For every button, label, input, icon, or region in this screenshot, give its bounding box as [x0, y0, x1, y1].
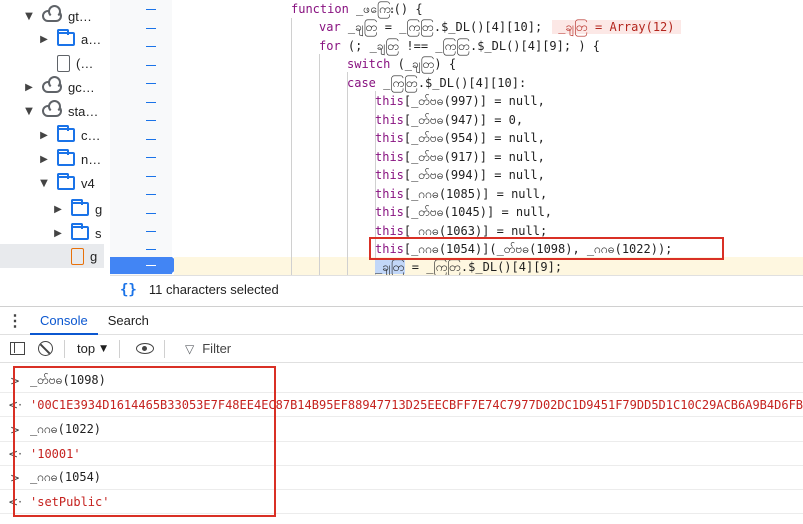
tree-item-selected[interactable]: g: [0, 244, 104, 268]
tree-item[interactable]: ▶ gc…: [22, 75, 95, 99]
context-selector[interactable]: top ▼: [73, 341, 111, 356]
file-icon: [57, 54, 70, 72]
code-line: var _ချတြ = _ကြတြ.$_DL()[4][10]; _ချတြ = …: [319, 18, 681, 37]
console-output-row: <· '00C1E3934D1614465B33053E7F48EE4EC87B…: [0, 393, 803, 417]
chevron-down-icon[interactable]: ▼: [22, 11, 36, 22]
chevron-right-icon[interactable]: ▶: [37, 154, 51, 165]
chevron-right-icon[interactable]: ▶: [51, 228, 65, 239]
folder-icon: [71, 223, 89, 240]
folder-icon: [57, 125, 75, 142]
tab-search[interactable]: Search: [98, 307, 159, 335]
input-chevron-icon: >: [9, 470, 21, 485]
caret-down-icon: ▼: [100, 343, 107, 354]
code-line: this[_ဂဂဓ(1085)] = null,: [375, 187, 548, 201]
code-line: this[_တ်ဗဓ(947)] = 0,: [375, 113, 524, 127]
filter-input[interactable]: Filter: [202, 341, 231, 356]
code-line: this[_တ်ဗဓ(997)] = null,: [375, 94, 545, 108]
result-arrow-icon: <·: [8, 397, 22, 412]
eye-icon: [136, 343, 154, 354]
console-output-row: <· 'setPublic': [0, 490, 803, 514]
console-output-row: <· '10001': [0, 442, 803, 466]
tree-item[interactable]: ▶ s: [51, 221, 102, 245]
highlight-annotation-box: [369, 237, 724, 260]
chevron-right-icon[interactable]: ▶: [37, 34, 51, 45]
inline-value-preview: _ချတြ = Array(12): [552, 20, 681, 34]
filter-icon: ▽: [185, 341, 195, 356]
tree-item[interactable]: ▶ c…: [37, 123, 101, 147]
chevron-down-icon[interactable]: ▼: [22, 106, 36, 117]
more-vert-icon[interactable]: ⋮: [0, 311, 30, 331]
selection-status: 11 characters selected: [148, 282, 279, 297]
result-arrow-icon: <·: [8, 494, 22, 509]
tree-item[interactable]: (…: [51, 51, 93, 75]
folder-icon: [71, 199, 89, 216]
cloud-icon: [42, 76, 62, 93]
file-navigator: ▼ gt… ▶ a… (… ▶ gc… ▼ sta… ▶ c… ▶ n… ▼ v…: [0, 0, 104, 275]
tree-item[interactable]: ▼ v4: [37, 171, 95, 195]
chevron-right-icon[interactable]: ▶: [51, 204, 65, 215]
folder-icon: [57, 149, 75, 166]
code-line: this[_တ်ဗဓ(954)] = null,: [375, 131, 545, 145]
sidebar-icon: [9, 342, 25, 355]
code-line: this[_တ်ဗဓ(994)] = null,: [375, 168, 545, 182]
code-line: case _ကြတြ.$_DL()[4][10]:: [347, 76, 527, 90]
live-expression-button[interactable]: [134, 338, 156, 360]
show-sidebar-button[interactable]: [6, 338, 28, 360]
current-code-line: _ချတြ = _ကြတြ.$_DL()[4][9];: [375, 260, 563, 274]
console-output[interactable]: > _တ်ဗဓ(1098) <· '00C1E3934D1614465B3305…: [0, 363, 803, 524]
tree-item[interactable]: ▶ n…: [37, 147, 101, 171]
tree-item[interactable]: ▶ g: [51, 197, 102, 221]
console-toolbar: top ▼ ▽ Filter: [0, 335, 803, 363]
tree-item[interactable]: ▶ a…: [37, 27, 101, 51]
folder-icon: [57, 173, 75, 190]
editor-status-bar: {} 11 characters selected: [110, 275, 803, 303]
clear-console-button[interactable]: [34, 338, 56, 360]
chevron-right-icon[interactable]: ▶: [22, 82, 36, 93]
tree-item[interactable]: ▼ sta…: [22, 99, 98, 123]
code-line: this[_တ်ဗဓ(917)] = null,: [375, 150, 545, 164]
result-arrow-icon: <·: [8, 446, 22, 461]
cloud-icon: [42, 100, 62, 117]
code-line: switch (_ချတြ) {: [347, 57, 457, 71]
folder-icon: [57, 29, 75, 46]
execution-line-marker[interactable]: [110, 257, 181, 274]
tab-console[interactable]: Console: [30, 307, 98, 335]
drawer-tabbar: ⋮ Console Search: [0, 306, 803, 335]
code-line: for (; _ချတြ !== _ကြတြ.$_DL()[4][9]; ) {: [319, 39, 601, 53]
console-input-row: > _ဂဂဓ(1054): [0, 466, 803, 490]
chevron-down-icon[interactable]: ▼: [37, 178, 51, 189]
input-chevron-icon: >: [9, 373, 21, 388]
code-editor[interactable]: function _ဖကြေး() { var _ချတြ = _ကြတြ.$_…: [174, 0, 803, 275]
clear-icon: [37, 341, 53, 356]
file-icon: [71, 247, 84, 265]
console-input-row: > _တ်ဗဓ(1098): [0, 369, 803, 393]
code-line: this[_တ်ဗဓ(1045)] = null,: [375, 205, 553, 219]
cloud-icon: [42, 5, 62, 22]
pretty-print-icon[interactable]: {}: [120, 282, 137, 298]
line-number-gutter[interactable]: [110, 0, 172, 275]
sources-panel: ▼ gt… ▶ a… (… ▶ gc… ▼ sta… ▶ c… ▶ n… ▼ v…: [0, 0, 803, 303]
console-input-row: > _ဂဂဓ(1022): [0, 418, 803, 442]
input-chevron-icon: >: [9, 422, 21, 437]
code-line: function _ဖကြေး() {: [291, 2, 423, 16]
tree-item[interactable]: ▼ gt…: [22, 4, 92, 28]
chevron-right-icon[interactable]: ▶: [37, 130, 51, 141]
